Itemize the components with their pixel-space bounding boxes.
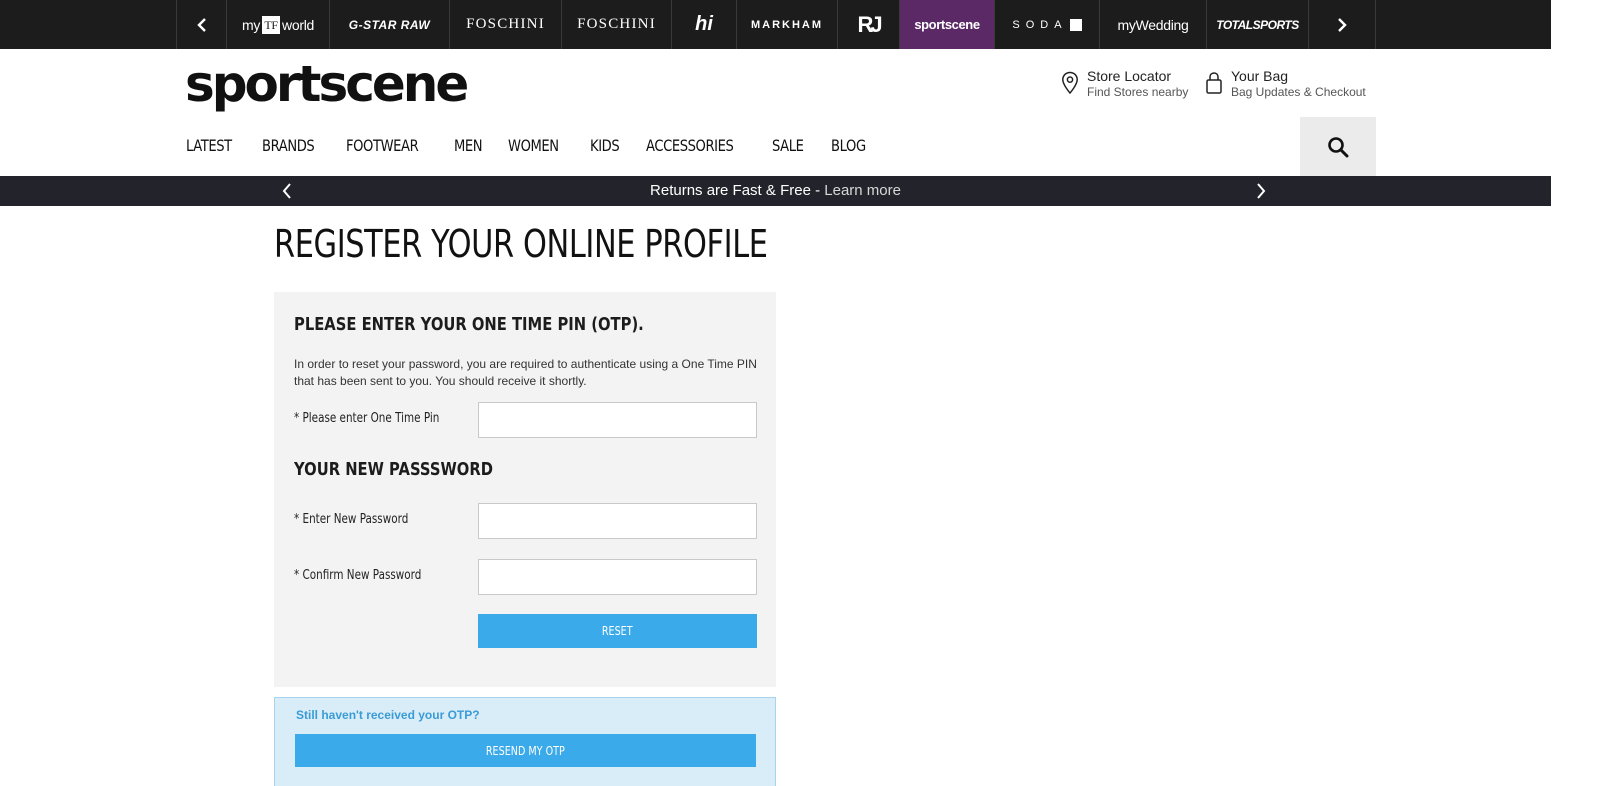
map-pin-icon <box>1062 71 1078 95</box>
resend-button-label: RESEND MY OTP <box>486 743 565 758</box>
nav-item-accessories[interactable]: ACCESSORIES <box>646 136 734 155</box>
brand-foschini-2[interactable]: FOSCHINI <box>561 0 671 49</box>
brand-next-button[interactable] <box>1308 0 1376 49</box>
brand-soda-mark <box>1069 18 1082 31</box>
new-password-label: * Enter New Password <box>294 512 409 527</box>
brand-label: hi <box>695 13 713 35</box>
brand-myworld[interactable]: my TF world <box>226 0 329 49</box>
brand-bar: my TF world G-STAR RAW FOSCHINI FOSCHINI h… <box>0 0 1551 49</box>
brand-label: SODA <box>1012 18 1068 31</box>
resend-question: Still haven't received your OTP? <box>296 708 480 722</box>
nav-item-sale[interactable]: SALE <box>772 136 804 155</box>
brand-mywedding[interactable]: myWedding <box>1099 0 1206 49</box>
brand-label: TOTALSPORTS <box>1216 17 1299 32</box>
otp-label: * Please enter One Time Pin <box>294 411 440 426</box>
brand-label: FOSCHINI <box>577 16 656 32</box>
brand-sportscene[interactable]: sportscene <box>899 0 994 49</box>
brand-label: MARKHAM <box>750 18 824 31</box>
brand-myworld-mark: TF <box>262 15 281 34</box>
brand-hi[interactable]: hi <box>671 0 736 49</box>
brand-rj[interactable]: RJ <box>837 0 899 49</box>
brand-totalsports[interactable]: TOTALSPORTS <box>1206 0 1308 49</box>
bag-subtitle: Bag Updates & Checkout <box>1231 85 1366 99</box>
promo-separator: - <box>810 182 825 199</box>
search-icon <box>1328 136 1349 157</box>
brand-label: G-STAR RAW <box>348 17 431 32</box>
promo-learn-more-link[interactable]: Learn more <box>824 182 901 199</box>
promo-text: Returns are Fast & Free <box>650 182 811 199</box>
brand-prev-button[interactable] <box>176 0 226 49</box>
store-locator-title: Store Locator <box>1087 68 1172 84</box>
confirm-password-input[interactable] <box>478 559 757 595</box>
brand-myworld-pre: my <box>241 16 261 33</box>
main-nav: LATEST BRANDS FOOTWEAR MEN WOMEN KIDS AC… <box>186 136 893 155</box>
brand-label: RJ <box>857 11 882 37</box>
otp-input[interactable] <box>478 402 757 438</box>
nav-item-latest[interactable]: LATEST <box>186 136 232 155</box>
promo-next-icon[interactable] <box>1255 182 1267 200</box>
confirm-password-label: * Confirm New Password <box>294 568 422 583</box>
store-locator-subtitle: Find Stores nearby <box>1087 85 1189 99</box>
page-title: REGISTER YOUR ONLINE PROFILE <box>274 222 768 266</box>
brand-myworld-post: world <box>282 16 315 33</box>
otp-heading: PLEASE ENTER YOUR ONE TIME PIN (OTP). <box>294 314 644 335</box>
nav-item-brands[interactable]: BRANDS <box>262 136 315 155</box>
promo-bar: Returns are Fast & Free - Learn more <box>0 176 1551 206</box>
site-logo[interactable]: sportscene <box>185 56 469 112</box>
bag-title: Your Bag <box>1231 68 1289 84</box>
store-locator-link[interactable]: Store Locator Find Stores nearby <box>1061 69 1188 100</box>
brand-markham[interactable]: MARKHAM <box>736 0 837 49</box>
brand-label: myWedding <box>1117 16 1189 33</box>
resend-otp-box: Still haven't received your OTP? RESEND … <box>274 697 776 786</box>
resend-otp-button[interactable]: RESEND MY OTP <box>295 734 756 767</box>
brand-foschini[interactable]: FOSCHINI <box>449 0 561 49</box>
password-heading: YOUR NEW PASSSWORD <box>294 459 493 480</box>
new-password-input[interactable] <box>478 503 757 539</box>
nav-item-men[interactable]: MEN <box>454 136 483 155</box>
nav-item-kids[interactable]: KIDS <box>590 136 620 155</box>
otp-description: In order to reset your password, you are… <box>294 357 757 388</box>
nav-item-footwear[interactable]: FOOTWEAR <box>346 136 419 155</box>
otp-form-panel: PLEASE ENTER YOUR ONE TIME PIN (OTP). In… <box>274 292 776 687</box>
shopping-bag-icon <box>1206 72 1222 94</box>
reset-button[interactable]: RESET <box>478 614 757 648</box>
chevron-left-icon <box>196 17 206 32</box>
nav-item-blog[interactable]: BLOG <box>831 136 866 155</box>
brand-gstar[interactable]: G-STAR RAW <box>329 0 449 49</box>
chevron-right-icon <box>1338 17 1347 32</box>
brand-label: sportscene <box>914 17 980 32</box>
nav-item-women[interactable]: WOMEN <box>508 136 559 155</box>
your-bag-link[interactable]: Your Bag Bag Updates & Checkout <box>1205 69 1366 100</box>
brand-label: FOSCHINI <box>466 16 545 32</box>
reset-button-label: RESET <box>602 624 633 638</box>
promo-message: Returns are Fast & Free - Learn more <box>0 182 1551 199</box>
search-button[interactable] <box>1300 117 1376 176</box>
brand-soda[interactable]: SODA <box>994 0 1099 49</box>
